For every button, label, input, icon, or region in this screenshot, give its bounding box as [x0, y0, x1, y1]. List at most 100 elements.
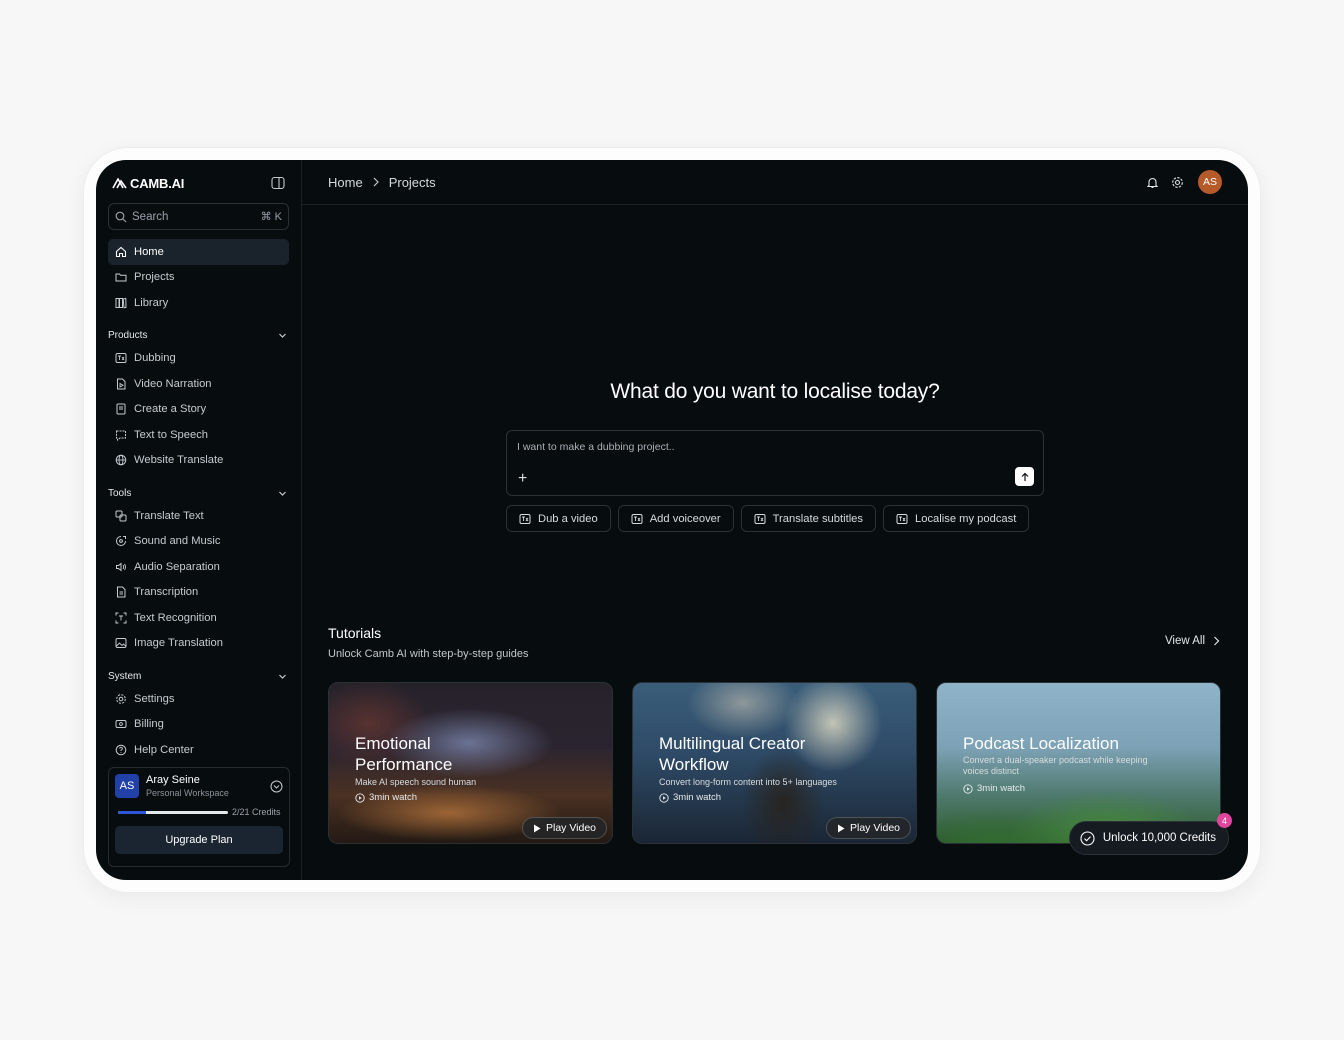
chip-localise-podcast[interactable]: Localise my podcast [883, 505, 1030, 532]
home-icon [115, 246, 127, 257]
sidebar-item-settings[interactable]: Settings [108, 686, 289, 712]
breadcrumb-home[interactable]: Home [328, 175, 363, 190]
card-title-line: Podcast Localization [963, 734, 1119, 753]
chevron-down-icon [279, 333, 286, 338]
sidebar-item-label: Text to Speech [134, 428, 209, 441]
sidebar-item-dubbing[interactable]: Dubbing [108, 346, 289, 372]
sidebar-item-video-narration[interactable]: Video Narration [108, 371, 289, 397]
card-title-line: Emotional [355, 734, 431, 753]
sidebar-item-label: Billing [134, 718, 164, 731]
card-description-line: voices distinct [963, 766, 1020, 776]
sidebar-item-image-translation[interactable]: Image Translation [108, 631, 289, 657]
section-products-header[interactable]: Products [108, 326, 289, 346]
hero-title: What do you want to localise today? [610, 380, 940, 403]
sidebar-item-text-recognition[interactable]: Text Recognition [108, 605, 289, 631]
billing-icon [115, 720, 127, 729]
sidebar-item-sound-music[interactable]: Sound and Music [108, 529, 289, 555]
chip-label: Translate subtitles [772, 512, 863, 525]
tutorials-subtitle: Unlock Camb AI with step-by-step guides [328, 648, 529, 660]
workspace-switch-icon[interactable] [270, 780, 283, 793]
sidebar-item-label: Library [134, 296, 169, 309]
sidebar-item-help-center[interactable]: Help Center [108, 737, 289, 763]
search-input[interactable]: Search ⌘ K [108, 203, 289, 230]
chip-label: Add voiceover [649, 512, 721, 525]
view-all-label: View All [1164, 635, 1205, 647]
sidebar-item-label: Projects [134, 271, 175, 284]
sidebar-item-label: Settings [134, 692, 175, 705]
card-description: Make AI speech sound human [355, 777, 477, 787]
tutorial-card-podcast-localization[interactable]: Podcast Localization Convert a dual-spea… [936, 682, 1221, 844]
watch-label: 3min watch [673, 792, 722, 803]
sidebar-item-library[interactable]: Library [108, 290, 289, 316]
sidebar-toggle-icon[interactable] [271, 176, 285, 190]
chevron-down-icon [279, 674, 286, 679]
search-placeholder: Search [132, 210, 169, 223]
tts-icon [116, 430, 126, 441]
breadcrumb-projects[interactable]: Projects [389, 175, 436, 190]
play-label: Play Video [545, 822, 596, 834]
chevron-right-icon [373, 177, 379, 187]
view-all-link[interactable]: View All [1165, 635, 1220, 647]
sidebar-item-label: Transcription [134, 586, 199, 599]
sidebar-item-translate-text[interactable]: Translate Text [108, 503, 289, 529]
credits-progress-fill [118, 810, 146, 814]
topbar-actions: AS [1146, 170, 1222, 194]
logo[interactable]: CAMB.AI [112, 176, 184, 191]
sidebar-item-transcription[interactable]: Transcription [108, 580, 289, 606]
play-circle-icon [659, 792, 669, 803]
credits-text: 2/21 Credits [232, 807, 281, 817]
prompt-input[interactable]: I want to make a dubbing project.. + [506, 430, 1044, 496]
unlock-label: Unlock 10,000 Credits [1102, 832, 1216, 844]
gear-icon [116, 693, 126, 704]
chip-add-voiceover[interactable]: Add voiceover [617, 505, 734, 532]
app-window: CAMB.AI Search ⌘ K Home Projects Library [96, 160, 1248, 880]
section-system-header[interactable]: System [108, 666, 289, 686]
music-icon [116, 536, 126, 547]
breadcrumb: Home Projects [328, 175, 436, 190]
tutorial-card-multilingual-creator[interactable]: Multilingual Creator Workflow Convert lo… [632, 682, 917, 844]
card-title: Podcast Localization [963, 733, 1119, 754]
card-title-line: Workflow [659, 755, 729, 774]
prompt-placeholder: I want to make a dubbing project.. [517, 441, 675, 453]
user-avatar[interactable]: AS [1198, 170, 1222, 194]
profile-header[interactable]: AS Aray Seine Personal Workspace [115, 774, 283, 798]
main-content: Home Projects AS What do you want to loc… [302, 160, 1248, 880]
play-video-button[interactable]: Play Video [521, 817, 607, 839]
section-title: System [108, 670, 142, 682]
section-tools-header[interactable]: Tools [108, 483, 289, 503]
card-watch-time: 3min watch [659, 792, 721, 803]
gear-icon[interactable] [1171, 176, 1184, 189]
add-attachment-button[interactable]: + [518, 471, 527, 487]
unlock-credits-button[interactable]: Unlock 10,000 Credits [1068, 821, 1229, 855]
play-circle-icon [355, 792, 365, 803]
dubbing-icon [115, 353, 127, 364]
sidebar-item-website-translate[interactable]: Website Translate [108, 448, 289, 474]
send-button[interactable] [1015, 467, 1034, 486]
sidebar-item-label: Text Recognition [134, 611, 217, 624]
sidebar-item-audio-separation[interactable]: Audio Separation [108, 554, 289, 580]
chip-translate-subtitles[interactable]: Translate subtitles [740, 505, 876, 532]
credits-progress-bar [118, 810, 228, 814]
watch-label: 3min watch [977, 783, 1026, 794]
credits-row: 2/21 Credits [115, 807, 283, 817]
sidebar-item-label: Home [134, 245, 164, 258]
tutorial-card-emotional-performance[interactable]: Emotional Performance Make AI speech sou… [328, 682, 613, 844]
sidebar-item-label: Website Translate [134, 454, 224, 467]
card-title: Multilingual Creator Workflow [659, 733, 805, 775]
chip-dub-video[interactable]: Dub a video [506, 505, 611, 532]
story-icon [116, 403, 126, 415]
avatar: AS [115, 774, 139, 798]
sidebar-item-home[interactable]: Home [108, 239, 289, 265]
system-list: Settings Billing Help Center [108, 686, 289, 763]
suggestion-chips: Dub a video Add voiceover Translate subt… [506, 505, 1030, 532]
upgrade-plan-button[interactable]: Upgrade Plan [115, 826, 283, 854]
dubbing-icon [631, 513, 643, 524]
bell-icon[interactable] [1146, 176, 1159, 189]
sidebar-item-projects[interactable]: Projects [108, 265, 289, 291]
sidebar-item-create-story[interactable]: Create a Story [108, 397, 289, 423]
video-narration-icon [117, 378, 126, 390]
play-video-button[interactable]: Play Video [825, 817, 911, 839]
sidebar-item-text-to-speech[interactable]: Text to Speech [108, 422, 289, 448]
brand-row: CAMB.AI [108, 160, 289, 206]
sidebar-item-billing[interactable]: Billing [108, 712, 289, 738]
